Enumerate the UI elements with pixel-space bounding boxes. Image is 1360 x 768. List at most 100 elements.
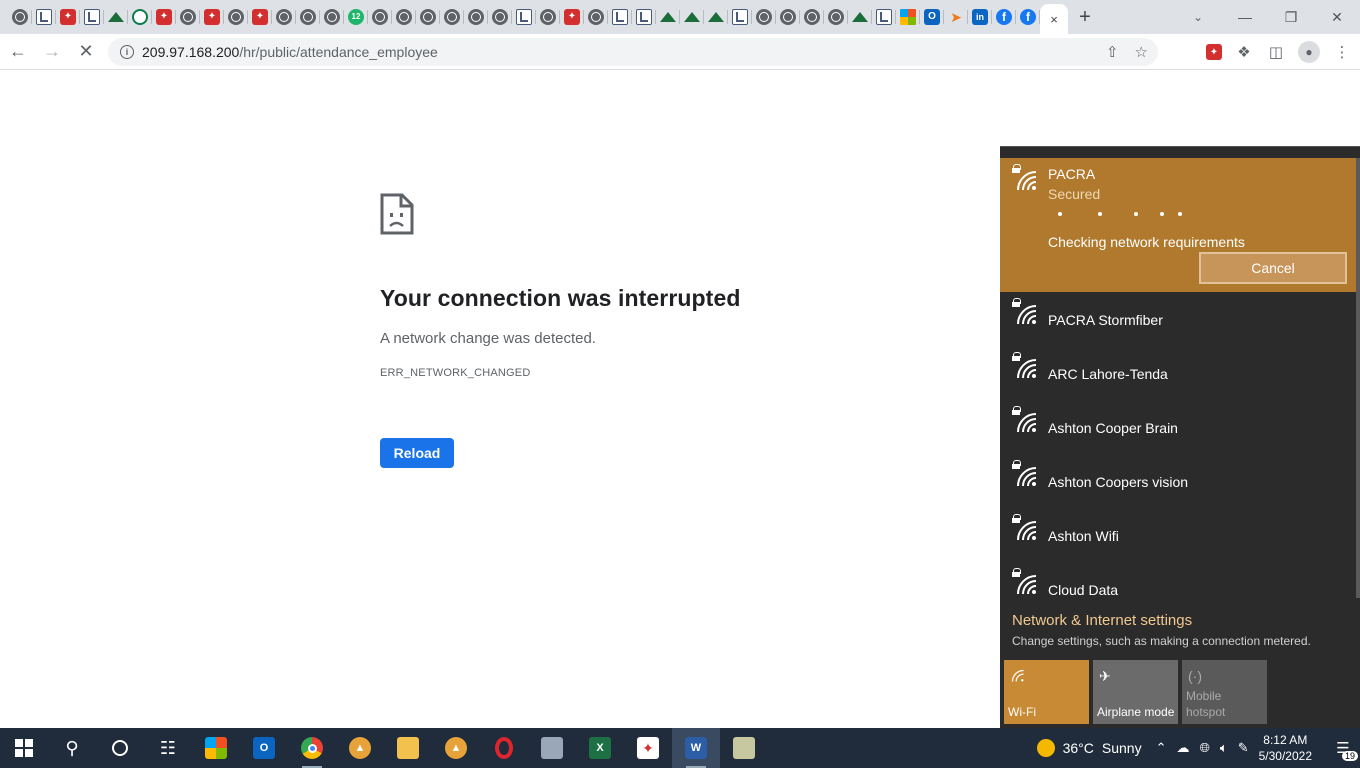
network-list-item[interactable]: PACRA Stormfiber <box>1000 292 1360 346</box>
browser-tab[interactable] <box>176 0 200 34</box>
network-list-item[interactable]: Ashton Cooper Brain <box>1000 400 1360 454</box>
browser-tab[interactable] <box>848 0 872 34</box>
active-browser-tab[interactable]: × <box>1040 4 1068 34</box>
browser-tab[interactable] <box>200 0 224 34</box>
browser-tab[interactable] <box>728 0 752 34</box>
browser-tab[interactable] <box>464 0 488 34</box>
active-network-item[interactable]: PACRA Secured Checking network requireme… <box>1000 158 1360 292</box>
browser-tab[interactable] <box>80 0 104 34</box>
browser-tab[interactable] <box>656 0 680 34</box>
tab-search-chevron-icon[interactable]: ⌄ <box>1184 0 1212 34</box>
start-button[interactable] <box>0 728 48 768</box>
forward-button[interactable]: → <box>36 36 68 68</box>
profile-avatar-icon[interactable]: ● <box>1298 41 1320 63</box>
network-list-item[interactable]: Ashton Wifi <box>1000 508 1360 562</box>
browser-tab[interactable] <box>248 0 272 34</box>
onedrive-cloud-icon[interactable]: ☁ <box>1176 740 1189 756</box>
file-explorer-app[interactable] <box>384 728 432 768</box>
cancel-button[interactable]: Cancel <box>1199 252 1347 284</box>
flyout-scrollbar[interactable] <box>1356 158 1360 598</box>
notification-center-button[interactable]: ☰ 19 <box>1326 728 1360 768</box>
opera-app[interactable] <box>480 728 528 768</box>
network-list-item[interactable]: ARC Lahore-Tenda <box>1000 346 1360 400</box>
pen-icon[interactable]: ✎ <box>1238 740 1249 756</box>
browser-tab[interactable] <box>1016 0 1040 34</box>
pdf-extension-icon[interactable]: ✦ <box>1206 44 1222 60</box>
browser-tab[interactable] <box>416 0 440 34</box>
reload-button[interactable]: Reload <box>380 438 454 468</box>
browser-tab[interactable] <box>152 0 176 34</box>
browser-tab[interactable] <box>872 0 896 34</box>
browser-tab[interactable] <box>392 0 416 34</box>
browser-tab[interactable] <box>512 0 536 34</box>
browser-tab[interactable] <box>104 0 128 34</box>
browser-tab[interactable] <box>224 0 248 34</box>
stop-loading-button[interactable]: ✕ <box>70 36 102 68</box>
clock[interactable]: 8:12 AM 5/30/2022 <box>1259 732 1312 764</box>
browser-tab[interactable] <box>920 0 944 34</box>
browser-tab[interactable] <box>320 0 344 34</box>
chrome-app[interactable] <box>288 728 336 768</box>
browser-tab[interactable] <box>8 0 32 34</box>
browser-tab[interactable] <box>488 0 512 34</box>
weather-widget[interactable]: 36°C Sunny <box>1036 739 1142 757</box>
browser-tab[interactable] <box>776 0 800 34</box>
browser-tab[interactable] <box>584 0 608 34</box>
excel-app[interactable]: X <box>576 728 624 768</box>
browser-tab[interactable]: 12 <box>344 0 368 34</box>
browser-tab[interactable] <box>296 0 320 34</box>
browser-tab[interactable] <box>944 0 968 34</box>
network-tool-app[interactable] <box>528 728 576 768</box>
menu-kebab-icon[interactable]: ⋮ <box>1332 42 1352 62</box>
word-app[interactable]: W <box>672 728 720 768</box>
browser-tab[interactable] <box>704 0 728 34</box>
network-list-item[interactable]: Ashton Coopers vision <box>1000 454 1360 508</box>
cortana-button[interactable] <box>96 728 144 768</box>
browser-tab[interactable] <box>32 0 56 34</box>
mobile-hotspot-toggle[interactable]: (·) Mobile hotspot <box>1182 660 1267 724</box>
browser-tab[interactable] <box>896 0 920 34</box>
paint-app[interactable] <box>720 728 768 768</box>
browser-tab[interactable] <box>632 0 656 34</box>
address-bar[interactable]: i 209.97.168.200/hr/public/attendance_em… <box>108 38 1158 66</box>
close-tab-icon[interactable]: × <box>1050 12 1058 27</box>
new-tab-button[interactable]: + <box>1068 0 1102 34</box>
airplane-mode-toggle[interactable]: ✈ Airplane mode <box>1093 660 1178 724</box>
browser-tab[interactable] <box>680 0 704 34</box>
browser-tab[interactable] <box>968 0 992 34</box>
browser-tab[interactable] <box>608 0 632 34</box>
share-icon[interactable]: ⇧ <box>1106 43 1119 61</box>
store-app[interactable] <box>192 728 240 768</box>
acrobat-app[interactable]: ✦ <box>624 728 672 768</box>
volume-icon[interactable]: 🔈︎ <box>1220 740 1228 756</box>
network-list-item[interactable]: Cloud Data <box>1000 562 1360 616</box>
network-globe-icon[interactable]: 🌐︎ <box>1199 740 1209 756</box>
brave-app-2[interactable]: ▲ <box>432 728 480 768</box>
brave-app[interactable]: ▲ <box>336 728 384 768</box>
site-info-icon[interactable]: i <box>120 45 134 59</box>
browser-tab[interactable] <box>824 0 848 34</box>
close-window-icon[interactable]: ✕ <box>1314 0 1360 34</box>
browser-tab[interactable] <box>272 0 296 34</box>
url-text[interactable]: 209.97.168.200/hr/public/attendance_empl… <box>142 44 438 60</box>
browser-tab[interactable] <box>800 0 824 34</box>
restore-icon[interactable]: ❐ <box>1268 0 1314 34</box>
browser-tab[interactable] <box>440 0 464 34</box>
browser-tab[interactable] <box>752 0 776 34</box>
browser-tab[interactable] <box>368 0 392 34</box>
show-hidden-icons-chevron-icon[interactable]: ⌃ <box>1156 740 1167 756</box>
browser-tab[interactable] <box>992 0 1016 34</box>
bookmark-star-icon[interactable]: ☆ <box>1135 43 1148 61</box>
outlook-app[interactable]: O <box>240 728 288 768</box>
browser-tab[interactable] <box>56 0 80 34</box>
side-panel-icon[interactable]: ◫ <box>1266 42 1286 62</box>
task-view-button[interactable]: ☷ <box>144 728 192 768</box>
back-button[interactable]: ← <box>2 36 34 68</box>
browser-tab[interactable] <box>128 0 152 34</box>
browser-tab[interactable] <box>536 0 560 34</box>
puzzle-extensions-icon[interactable]: ❖ <box>1234 42 1254 62</box>
network-settings-link[interactable]: Network & Internet settings <box>1012 612 1192 629</box>
browser-tab[interactable] <box>560 0 584 34</box>
minimize-icon[interactable]: — <box>1222 0 1268 34</box>
wifi-toggle[interactable]: Wi-Fi <box>1004 660 1089 724</box>
